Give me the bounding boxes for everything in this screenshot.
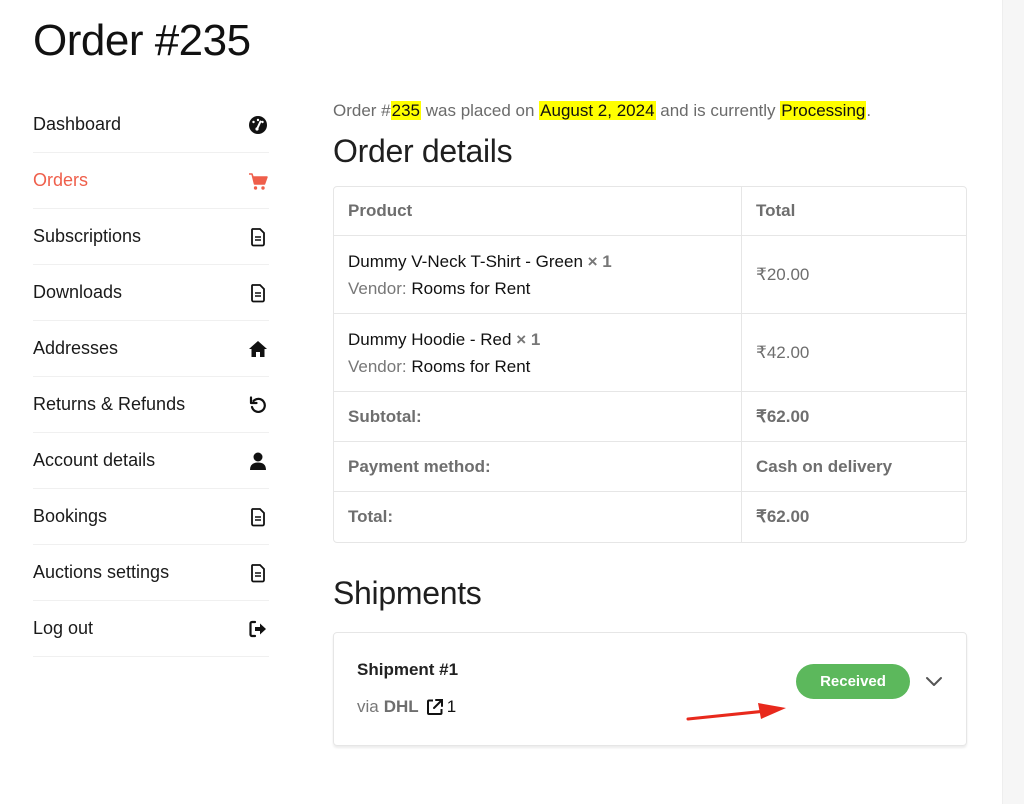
home-icon (247, 338, 269, 360)
sidebar-item-downloads[interactable]: Downloads (33, 265, 269, 321)
tracking-number-link[interactable]: 1 (447, 697, 456, 717)
sidebar-item-label: Orders (33, 170, 89, 190)
sidebar-item-label: Log out (33, 618, 94, 638)
external-link-icon[interactable] (425, 697, 445, 717)
product-quantity: × 1 (516, 329, 541, 349)
sidebar-item-label: Dashboard (33, 114, 122, 134)
via-label: via (357, 697, 379, 716)
vendor-label: Vendor: (348, 278, 407, 298)
chevron-down-icon[interactable] (924, 673, 944, 691)
logout-icon (247, 618, 269, 640)
product-cell: Dummy Hoodie - Red × 1 Vendor: Rooms for… (334, 314, 742, 392)
sidebar-item-addresses[interactable]: Addresses (33, 321, 269, 377)
sidebar-item-label: Bookings (33, 506, 108, 526)
order-main: Order #235 was placed on August 2, 2024 … (333, 97, 967, 746)
sidebar-item-log-out[interactable]: Log out (33, 601, 269, 657)
carrier-name: DHL (383, 697, 419, 716)
order-status-highlight: Processing (780, 101, 867, 120)
total-label: Total: (334, 492, 742, 542)
intro-text: was placed on (421, 101, 540, 120)
undo-icon (247, 394, 269, 416)
document-icon (247, 506, 269, 528)
document-icon (247, 562, 269, 584)
document-icon (247, 226, 269, 248)
sidebar-item-orders[interactable]: Orders (33, 153, 269, 209)
column-header-product: Product (334, 187, 742, 236)
vendor-name: Rooms for Rent (411, 278, 531, 298)
user-icon (247, 450, 269, 472)
order-number-highlight: 235 (390, 101, 422, 120)
total-row: Total: ₹62.00 (334, 492, 966, 542)
shipment-name: Shipment #1 (357, 660, 459, 679)
annotation-arrow-icon (686, 703, 786, 721)
shipment-carrier-line: via DHL 1 (357, 697, 456, 717)
product-total: ₹20.00 (742, 236, 966, 314)
subtotal-value: ₹62.00 (742, 392, 966, 442)
table-row: Dummy V-Neck T-Shirt - Green × 1 Vendor:… (334, 236, 966, 314)
account-navigation: Dashboard Orders Subscriptions Downloads… (33, 97, 269, 657)
page-title: Order #235 (33, 16, 251, 65)
shipment-status-badge: Received (796, 664, 910, 699)
subtotal-label: Subtotal: (334, 392, 742, 442)
intro-text: and is currently (655, 101, 781, 120)
page-edge-panel (1002, 0, 1024, 804)
sidebar-item-returns-refunds[interactable]: Returns & Refunds (33, 377, 269, 433)
payment-method-row: Payment method: Cash on delivery (334, 442, 966, 492)
product-link[interactable]: Dummy Hoodie - Red (348, 330, 511, 349)
order-details-heading: Order details (333, 133, 513, 169)
order-details-table: Product Total Dummy V-Neck T-Shirt - Gre… (333, 186, 967, 543)
sidebar-item-label: Auctions settings (33, 562, 170, 582)
table-header-row: Product Total (334, 187, 966, 236)
order-summary-text: Order #235 was placed on August 2, 2024 … (333, 97, 967, 125)
intro-suffix: . (866, 101, 872, 120)
sidebar-item-account-details[interactable]: Account details (33, 433, 269, 489)
product-quantity: × 1 (587, 251, 612, 271)
shipment-card: Shipment #1 via DHL 1 Received (333, 632, 967, 746)
product-total: ₹42.00 (742, 314, 966, 392)
total-value: ₹62.00 (756, 507, 810, 526)
sidebar-item-label: Subscriptions (33, 226, 142, 246)
order-date-highlight: August 2, 2024 (539, 101, 656, 120)
payment-method-label: Payment method: (334, 442, 742, 492)
column-header-total: Total (742, 187, 966, 236)
document-icon (247, 282, 269, 304)
sidebar-item-bookings[interactable]: Bookings (33, 489, 269, 545)
payment-method-value: Cash on delivery (742, 442, 966, 492)
sidebar-item-label: Returns & Refunds (33, 394, 186, 414)
sidebar-item-auctions-settings[interactable]: Auctions settings (33, 545, 269, 601)
sidebar-item-subscriptions[interactable]: Subscriptions (33, 209, 269, 265)
sidebar-item-dashboard[interactable]: Dashboard (33, 97, 269, 153)
vendor-label: Vendor: (348, 356, 407, 376)
subtotal-row: Subtotal: ₹62.00 (334, 392, 966, 442)
sidebar-item-label: Account details (33, 450, 156, 470)
product-cell: Dummy V-Neck T-Shirt - Green × 1 Vendor:… (334, 236, 742, 314)
intro-prefix: Order # (333, 101, 391, 120)
table-row: Dummy Hoodie - Red × 1 Vendor: Rooms for… (334, 314, 966, 392)
product-link[interactable]: Dummy V-Neck T-Shirt - Green (348, 252, 583, 271)
sidebar-item-label: Downloads (33, 282, 123, 302)
dashboard-gauge-icon (247, 114, 269, 136)
sidebar-item-label: Addresses (33, 338, 119, 358)
cart-icon (247, 170, 269, 192)
shipments-heading: Shipments (333, 575, 482, 611)
vendor-name: Rooms for Rent (411, 356, 531, 376)
